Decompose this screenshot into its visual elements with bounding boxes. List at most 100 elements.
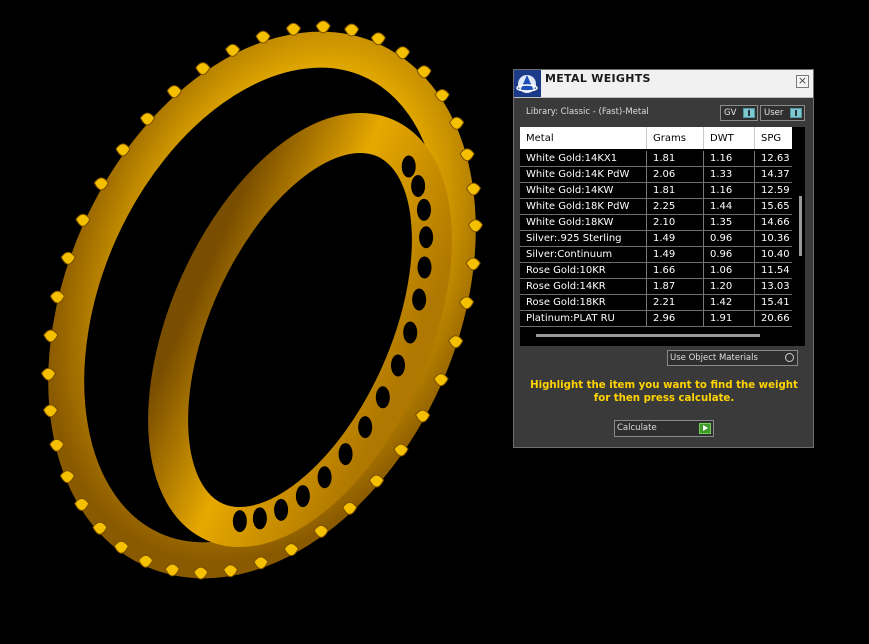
cell-metal: White Gold:14K PdW [520, 167, 647, 182]
ring-hole-element [417, 256, 432, 279]
cell-grams: 1.49 [647, 247, 704, 262]
table-row[interactable]: White Gold:18KW 2.10 1.35 14.66 [520, 215, 792, 230]
cell-spg: 10.40 [761, 249, 790, 260]
cell-grams: 2.21 [647, 295, 704, 310]
ring-hole-element [358, 416, 373, 439]
ring-hole-element [412, 288, 427, 311]
ring-hole-element [252, 507, 267, 530]
cell-metal: Platinum:PLAT RU [520, 311, 647, 326]
toggle-switch-icon [790, 108, 802, 118]
horizontal-scrollbar[interactable] [536, 334, 760, 337]
ring-hole-element [274, 498, 289, 521]
table-row[interactable]: White Gold:14KX1 1.81 1.16 12.63 [520, 151, 792, 166]
row-separator [520, 326, 792, 327]
cell-metal: Rose Gold:18KR [520, 295, 647, 310]
column-header-grams[interactable]: Grams [647, 127, 704, 149]
use-object-materials-toggle[interactable]: Use Object Materials [667, 350, 798, 366]
cell-metal: White Gold:14KW [520, 183, 647, 198]
cell-metal: White Gold:14KX1 [520, 151, 647, 166]
close-button[interactable]: × [796, 75, 809, 88]
cell-spg: 12.59 [761, 185, 790, 196]
cell-grams: 1.49 [647, 231, 704, 246]
cell-metal: Rose Gold:10KR [520, 263, 647, 278]
ring-model[interactable] [0, 0, 534, 622]
cell-dwt: 0.96 [704, 247, 755, 262]
close-icon: × [797, 74, 808, 87]
radio-icon [785, 353, 794, 362]
cell-metal: White Gold:18K PdW [520, 199, 647, 214]
cell-spg: 12.63 [761, 153, 790, 164]
cell-dwt: 1.91 [704, 311, 755, 326]
user-toggle[interactable]: User [760, 105, 805, 121]
table-row[interactable]: Silver:.925 Sterling 1.49 0.96 10.36 [520, 231, 792, 246]
table-row[interactable]: Rose Gold:14KR 1.87 1.20 13.03 [520, 279, 792, 294]
cell-dwt: 1.20 [704, 279, 755, 294]
toggle-switch-icon [743, 108, 755, 118]
ring-hole-element [232, 510, 247, 533]
table-row[interactable]: Rose Gold:18KR 2.21 1.42 15.41 [520, 295, 792, 310]
cell-spg: 14.37 [761, 169, 790, 180]
cell-dwt: 1.16 [704, 183, 755, 198]
gv-toggle[interactable]: GV [720, 105, 758, 121]
table-row[interactable]: Rose Gold:10KR 1.66 1.06 11.54 [520, 263, 792, 278]
cell-grams: 2.25 [647, 199, 704, 214]
instruction-text: Highlight the item you want to find the … [530, 380, 798, 404]
table-row[interactable]: Silver:Continuum 1.49 0.96 10.40 [520, 247, 792, 262]
cell-metal: Silver:.925 Sterling [520, 231, 647, 246]
ring-scroll-element [315, 20, 331, 34]
cell-grams: 1.66 [647, 263, 704, 278]
cell-grams: 1.87 [647, 279, 704, 294]
cell-metal: Rose Gold:14KR [520, 279, 647, 294]
cell-spg: 15.65 [761, 201, 790, 212]
ring-hole-element [295, 485, 310, 508]
play-arrow-icon [699, 423, 711, 434]
metal-weights-panel: METAL WEIGHTS × Library: Classic - (Fast… [513, 69, 814, 448]
ring-hole-element [401, 155, 416, 178]
cell-dwt: 1.16 [704, 151, 755, 166]
cell-dwt: 1.42 [704, 295, 755, 310]
ring-hole-element [338, 443, 353, 466]
ring-hole-element [317, 466, 332, 489]
cell-spg: 20.66 [761, 313, 790, 324]
use-object-materials-label: Use Object Materials [670, 353, 758, 363]
cell-grams: 2.06 [647, 167, 704, 182]
calculate-button[interactable]: Calculate [614, 420, 714, 437]
cell-dwt: 1.35 [704, 215, 755, 230]
cell-metal: White Gold:18KW [520, 215, 647, 230]
vertical-scrollbar[interactable] [799, 196, 802, 256]
cell-dwt: 0.96 [704, 231, 755, 246]
cell-grams: 1.81 [647, 151, 704, 166]
column-header-metal[interactable]: Metal [520, 127, 647, 149]
panel-titlebar[interactable]: METAL WEIGHTS × [514, 70, 813, 98]
cell-spg: 14.66 [761, 217, 790, 228]
ring-hole-element [403, 321, 418, 344]
app-logo-icon [514, 70, 541, 97]
cell-grams: 2.10 [647, 215, 704, 230]
gv-toggle-label: GV [724, 108, 737, 118]
cell-grams: 1.81 [647, 183, 704, 198]
column-header-spg[interactable]: SPG [755, 127, 792, 149]
user-toggle-label: User [764, 108, 784, 118]
library-label: Library: Classic - (Fast)-Metal [526, 107, 649, 117]
ring-hole-element [375, 386, 390, 409]
table-row[interactable]: Platinum:PLAT RU 2.96 1.91 20.66 [520, 311, 792, 326]
cell-spg: 13.03 [761, 281, 790, 292]
ring-hole-element [419, 226, 434, 249]
table-header: Metal Grams DWT SPG [520, 127, 792, 149]
cell-spg: 11.54 [761, 265, 790, 276]
cell-dwt: 1.44 [704, 199, 755, 214]
table-row[interactable]: White Gold:14KW 1.81 1.16 12.59 [520, 183, 792, 198]
cell-dwt: 1.06 [704, 263, 755, 278]
ring-hole-element [390, 354, 405, 377]
table-row[interactable]: White Gold:14K PdW 2.06 1.33 14.37 [520, 167, 792, 182]
ring-hole-element [416, 198, 431, 221]
column-header-dwt[interactable]: DWT [704, 127, 755, 149]
cell-spg: 15.41 [761, 297, 790, 308]
ring-hole-element [411, 174, 426, 197]
cell-metal: Silver:Continuum [520, 247, 647, 262]
metal-table[interactable]: Metal Grams DWT SPG White Gold:14KX1 1.81… [520, 127, 805, 346]
cell-dwt: 1.33 [704, 167, 755, 182]
cell-grams: 2.96 [647, 311, 704, 326]
table-row[interactable]: White Gold:18K PdW 2.25 1.44 15.65 [520, 199, 792, 214]
cell-spg: 10.36 [761, 233, 790, 244]
